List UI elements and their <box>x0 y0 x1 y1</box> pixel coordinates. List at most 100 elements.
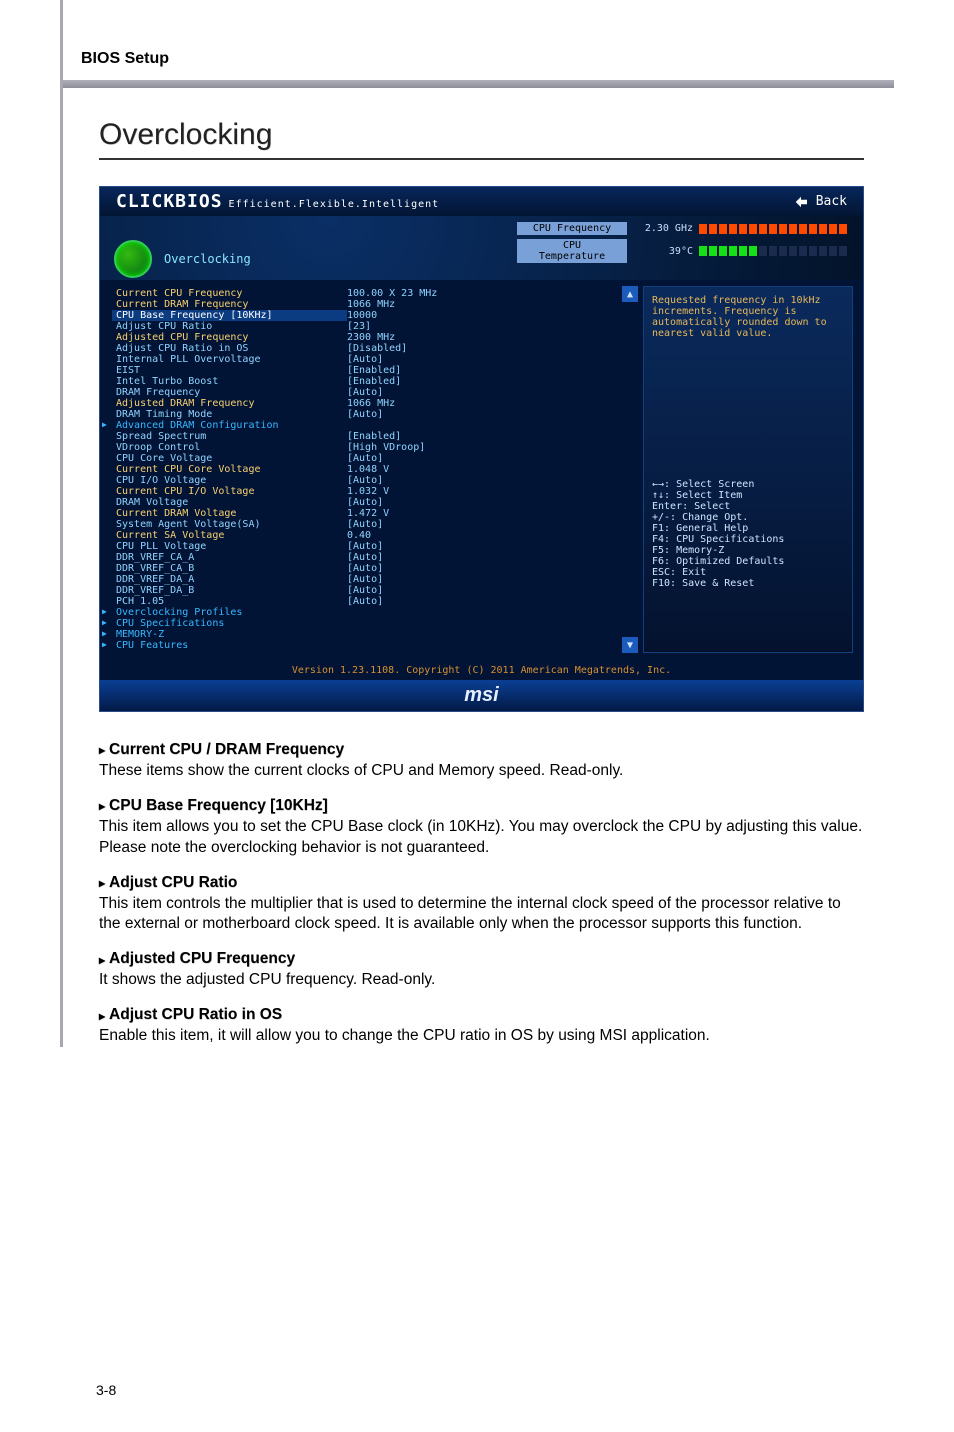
section-heading: Current CPU / DRAM Frequency <box>99 740 864 761</box>
setting-key: CPU Base Frequency [10KHz] <box>112 310 347 321</box>
help-key-line: +/-: Change Opt. <box>652 512 844 523</box>
setting-key: DDR_VREF_CA_A <box>112 552 347 563</box>
setting-row: Current DRAM Voltage1.472 V <box>112 508 615 519</box>
setting-key: Current CPU I/O Voltage <box>112 486 347 497</box>
setting-key: Adjusted DRAM Frequency <box>112 398 347 409</box>
setting-value: [Auto] <box>347 453 383 464</box>
setting-key: CPU Core Voltage <box>112 453 347 464</box>
setting-row[interactable]: DDR_VREF_DA_A[Auto] <box>112 574 615 585</box>
help-key-line: F5: Memory-Z <box>652 545 844 556</box>
setting-row: Current SA Voltage0.40 <box>112 530 615 541</box>
setting-row[interactable]: DDR_VREF_CA_A[Auto] <box>112 552 615 563</box>
scroll-up-icon[interactable]: ▲ <box>622 286 638 302</box>
setting-value: 2300 MHz <box>347 332 395 343</box>
setting-value: [Auto] <box>347 585 383 596</box>
heading-text: CPU Base Frequency [10KHz] <box>109 796 328 817</box>
help-key-line: F10: Save & Reset <box>652 578 844 589</box>
setting-row[interactable]: Spread Spectrum[Enabled] <box>112 431 615 442</box>
overclocking-icon <box>114 240 152 278</box>
setting-value: 1.048 V <box>347 464 389 475</box>
section-body: It shows the adjusted CPU frequency. Rea… <box>99 970 864 991</box>
help-keys: ←→: Select Screen↑↓: Select ItemEnter: S… <box>652 479 844 589</box>
help-pane: Requested frequency in 10kHz increments.… <box>643 286 853 653</box>
setting-row[interactable]: Internal PLL Overvoltage[Auto] <box>112 354 615 365</box>
back-button[interactable]: Back <box>792 193 847 211</box>
setting-row[interactable]: DDR_VREF_CA_B[Auto] <box>112 563 615 574</box>
setting-value: [Auto] <box>347 552 383 563</box>
setting-row[interactable]: Advanced DRAM Configuration <box>112 420 615 431</box>
setting-value: [Auto] <box>347 497 383 508</box>
setting-row[interactable]: DRAM Voltage[Auto] <box>112 497 615 508</box>
setting-row[interactable]: Intel Turbo Boost[Enabled] <box>112 376 615 387</box>
bios-titlebar: CLICKBIOS Efficient.Flexible.Intelligent… <box>100 187 863 216</box>
setting-row[interactable]: CPU Specifications <box>112 618 615 629</box>
setting-row: Current DRAM Frequency1066 MHz <box>112 299 615 310</box>
heading-text: Adjusted CPU Frequency <box>109 949 295 970</box>
heading-text: Adjust CPU Ratio <box>109 873 237 894</box>
setting-value: [Auto] <box>347 387 383 398</box>
section-name: Overclocking <box>164 252 251 266</box>
setting-key: DRAM Frequency <box>112 387 347 398</box>
settings-list[interactable]: Current CPU Frequency100.00 X 23 MHzCurr… <box>106 280 621 659</box>
brand-logo: msi <box>464 684 498 706</box>
setting-row[interactable]: EIST[Enabled] <box>112 365 615 376</box>
setting-row[interactable]: MEMORY-Z <box>112 629 615 640</box>
section-heading: Adjust CPU Ratio in OS <box>99 1005 864 1026</box>
heading-text: Adjust CPU Ratio in OS <box>109 1005 282 1026</box>
setting-row[interactable]: Overclocking Profiles <box>112 607 615 618</box>
scroll-down-icon[interactable]: ▼ <box>622 637 638 653</box>
setting-key: Current CPU Frequency <box>112 288 347 299</box>
bios-logo: CLICKBIOS Efficient.Flexible.Intelligent <box>116 191 439 212</box>
setting-row[interactable]: Adjust CPU Ratio[23] <box>112 321 615 332</box>
setting-row[interactable]: DDR_VREF_DA_B[Auto] <box>112 585 615 596</box>
setting-key: Adjusted CPU Frequency <box>112 332 347 343</box>
setting-value: [Auto] <box>347 563 383 574</box>
setting-key: EIST <box>112 365 347 376</box>
back-button-label: Back <box>816 194 847 209</box>
setting-row[interactable]: System Agent Voltage(SA)[Auto] <box>112 519 615 530</box>
setting-value: [Disabled] <box>347 343 407 354</box>
document-body: Current CPU / DRAM Frequency These items… <box>99 740 864 1047</box>
setting-row[interactable]: DRAM Timing Mode[Auto] <box>112 409 615 420</box>
setting-row[interactable]: VDroop Control[High VDroop] <box>112 442 615 453</box>
setting-row[interactable]: CPU PLL Voltage[Auto] <box>112 541 615 552</box>
setting-key: DRAM Timing Mode <box>112 409 347 420</box>
setting-value: 1066 MHz <box>347 398 395 409</box>
page-title: Overclocking <box>99 118 864 160</box>
setting-row[interactable]: CPU Features <box>112 640 615 651</box>
header-divider <box>63 80 894 88</box>
setting-row[interactable]: CPU Core Voltage[Auto] <box>112 453 615 464</box>
setting-key: Adjust CPU Ratio in OS <box>112 343 347 354</box>
setting-value: 100.00 X 23 MHz <box>347 288 437 299</box>
page-number: 3-8 <box>96 1382 116 1398</box>
setting-key: Internal PLL Overvoltage <box>112 354 347 365</box>
setting-key: CPU I/O Voltage <box>112 475 347 486</box>
help-key-line: Enter: Select <box>652 501 844 512</box>
section-indicator: Overclocking <box>114 240 251 278</box>
setting-key: Adjust CPU Ratio <box>112 321 347 332</box>
setting-row: Adjusted CPU Frequency2300 MHz <box>112 332 615 343</box>
cpu-freq-bar <box>699 224 849 234</box>
setting-value: [23] <box>347 321 371 332</box>
setting-key: Current SA Voltage <box>112 530 347 541</box>
setting-row[interactable]: Adjust CPU Ratio in OS[Disabled] <box>112 343 615 354</box>
setting-row[interactable]: PCH 1.05[Auto] <box>112 596 615 607</box>
cpu-temp-value: 39°C <box>633 246 693 257</box>
section-body: Enable this item, it will allow you to c… <box>99 1026 864 1047</box>
help-key-line: F1: General Help <box>652 523 844 534</box>
cpu-temp-bar <box>699 246 849 256</box>
setting-row[interactable]: DRAM Frequency[Auto] <box>112 387 615 398</box>
setting-row: Current CPU Core Voltage1.048 V <box>112 464 615 475</box>
setting-row[interactable]: CPU I/O Voltage[Auto] <box>112 475 615 486</box>
setting-row: Adjusted DRAM Frequency1066 MHz <box>112 398 615 409</box>
setting-key: Advanced DRAM Configuration <box>112 420 347 431</box>
setting-row[interactable]: CPU Base Frequency [10KHz]10000 <box>112 310 615 321</box>
section-heading: Adjust CPU Ratio <box>99 873 864 894</box>
setting-key: DDR_VREF_DA_A <box>112 574 347 585</box>
setting-key: Overclocking Profiles <box>112 607 347 618</box>
setting-value: [Auto] <box>347 409 383 420</box>
setting-row: Current CPU I/O Voltage1.032 V <box>112 486 615 497</box>
heading-text: Current CPU / DRAM Frequency <box>109 740 344 761</box>
scrollbar[interactable]: ▲ ▼ <box>621 280 639 659</box>
section-heading: Adjusted CPU Frequency <box>99 949 864 970</box>
